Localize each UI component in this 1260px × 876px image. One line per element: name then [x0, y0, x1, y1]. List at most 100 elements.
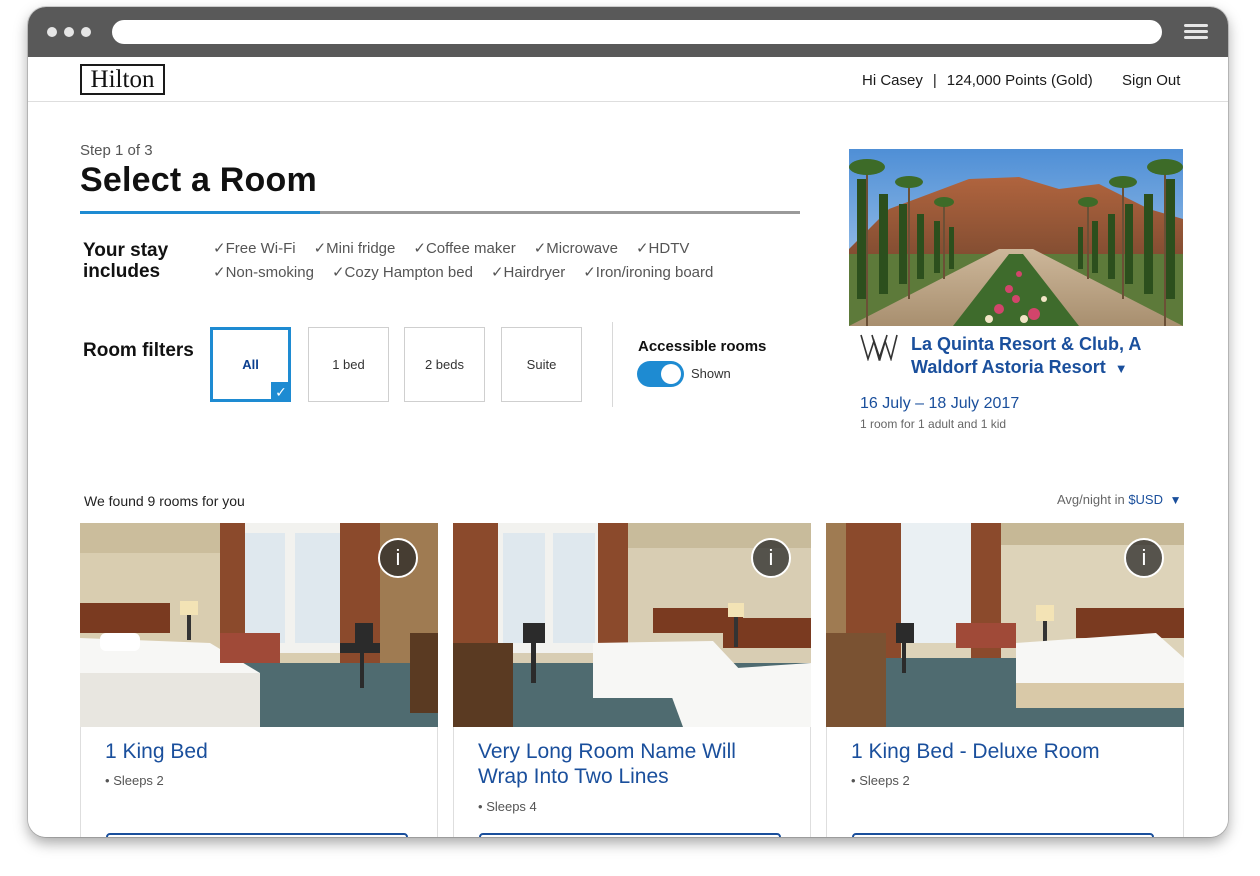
amenity-item: ✓Non-smoking: [213, 264, 314, 282]
filter-all-button[interactable]: All ✓: [210, 327, 291, 402]
room-photo: i: [453, 523, 811, 727]
hotel-photo: [849, 149, 1183, 326]
chevron-down-icon: ▼: [1114, 361, 1128, 376]
amenity-label: Non-smoking: [225, 264, 314, 281]
step-progress-fill: [80, 211, 320, 214]
filter-label: All: [242, 357, 259, 372]
room-photo: i: [826, 523, 1184, 727]
step-indicator: Step 1 of 3: [80, 142, 153, 159]
filter-label: Suite: [526, 357, 557, 372]
filter-1-bed-button[interactable]: 1 bed: [308, 327, 389, 402]
room-card: i 1 King Bed • Sleeps 2: [80, 523, 438, 837]
step-progress-bar: [80, 211, 800, 214]
checkmark-icon: ✓: [635, 240, 649, 257]
select-room-button[interactable]: [479, 833, 781, 837]
room-name[interactable]: 1 King Bed - Deluxe Room: [851, 739, 1161, 764]
greeting[interactable]: Hi Casey: [862, 72, 923, 89]
checkmark-icon: ✓: [490, 264, 504, 281]
currency-value[interactable]: $USD: [1128, 492, 1163, 507]
amenity-label: Mini fridge: [326, 240, 396, 257]
waldorf-astoria-logo-icon: [860, 333, 898, 362]
address-bar[interactable]: [112, 20, 1162, 44]
checkmark-icon: ✓: [213, 264, 226, 281]
results-count: We found 9 rooms for you: [84, 493, 245, 509]
amenity-item: ✓Iron/ironing board: [583, 264, 713, 282]
amenity-label: Hairdryer: [503, 264, 566, 281]
accessible-rooms-state: Shown: [691, 366, 731, 381]
info-icon[interactable]: i: [751, 538, 791, 578]
amenity-label: HDTV: [648, 240, 690, 257]
checkmark-icon: ✓: [533, 240, 547, 257]
accessible-rooms-toggle[interactable]: [637, 361, 684, 387]
checkmark-icon: ✓: [271, 382, 291, 402]
browser-toolbar: [28, 7, 1228, 57]
currency-selector[interactable]: Avg/night in $USD ▼: [1057, 492, 1182, 507]
filter-divider: [612, 322, 613, 407]
window-dot-icon[interactable]: [64, 27, 74, 37]
hotel-name: La Quinta Resort & Club, A Waldorf Astor…: [911, 334, 1141, 377]
points-balance[interactable]: 124,000 Points (Gold): [947, 72, 1093, 89]
window-dot-icon[interactable]: [47, 27, 57, 37]
room-capacity: • Sleeps 4: [478, 799, 537, 814]
room-card: i 1 King Bed - Deluxe Room • Sleeps 2: [826, 523, 1184, 837]
amenity-label: Cozy Hampton bed: [344, 264, 473, 281]
page-content: Hilton Hi Casey | 124,000 Points (Gold) Si…: [28, 57, 1228, 837]
amenities-list: ✓Free Wi-Fi ✓Mini fridge ✓Coffee maker ✓Mic…: [213, 240, 773, 282]
amenity-item: ✓Microwave: [534, 240, 618, 258]
info-icon[interactable]: i: [378, 538, 418, 578]
page-title: Select a Room: [80, 161, 317, 199]
checkmark-icon: ✓: [583, 264, 596, 281]
sleeps-label: Sleeps 4: [486, 799, 537, 814]
toggle-knob: [661, 364, 681, 384]
avg-night-label: Avg/night in: [1057, 492, 1129, 507]
accessible-rooms-label: Accessible rooms: [638, 338, 767, 355]
room-photo: i: [80, 523, 438, 727]
amenity-label: Iron/ironing board: [595, 264, 714, 281]
checkmark-icon: ✓: [413, 240, 426, 257]
filter-label: 2 beds: [424, 357, 465, 372]
window-controls: [47, 27, 91, 37]
browser-menu-icon[interactable]: [1184, 24, 1208, 40]
hilton-logo[interactable]: Hilton: [80, 64, 165, 95]
bullet-icon: •: [105, 773, 110, 788]
amenity-item: ✓Hairdryer: [491, 264, 565, 282]
stay-dates[interactable]: 16 July – 18 July 2017: [860, 395, 1019, 413]
amenity-item: ✓Mini fridge: [314, 240, 396, 258]
filter-label: 1 bed: [332, 357, 365, 372]
guest-summary: 1 room for 1 adult and 1 kid: [860, 417, 1007, 431]
amenity-item: ✓HDTV: [636, 240, 689, 258]
sign-out-link[interactable]: Sign Out: [1122, 72, 1180, 89]
amenity-label: Free Wi-Fi: [225, 240, 296, 257]
bullet-icon: •: [478, 799, 483, 814]
hotel-selector[interactable]: La Quinta Resort & Club, A Waldorf Astor…: [911, 333, 1181, 380]
filter-suite-button[interactable]: Suite: [501, 327, 582, 402]
checkmark-icon: ✓: [213, 240, 226, 257]
account-summary: Hi Casey | 124,000 Points (Gold): [862, 72, 1093, 89]
top-nav: Hilton Hi Casey | 124,000 Points (Gold) Si…: [28, 57, 1228, 102]
amenity-item: ✓Free Wi-Fi: [213, 240, 296, 258]
select-room-button[interactable]: [852, 833, 1154, 837]
sleeps-label: Sleeps 2: [113, 773, 164, 788]
room-card: i Very Long Room Name Will Wrap Into Two…: [453, 523, 811, 837]
amenity-item: ✓Cozy Hampton bed: [332, 264, 473, 282]
room-capacity: • Sleeps 2: [105, 773, 164, 788]
checkmark-icon: ✓: [331, 264, 345, 281]
bullet-icon: •: [851, 773, 856, 788]
amenity-label: Microwave: [546, 240, 618, 257]
amenity-item: ✓Coffee maker: [413, 240, 515, 258]
filter-2-beds-button[interactable]: 2 beds: [404, 327, 485, 402]
room-name[interactable]: Very Long Room Name Will Wrap Into Two L…: [478, 739, 788, 789]
amenity-label: Coffee maker: [425, 240, 516, 257]
info-icon[interactable]: i: [1124, 538, 1164, 578]
sleeps-label: Sleeps 2: [859, 773, 910, 788]
room-capacity: • Sleeps 2: [851, 773, 910, 788]
checkmark-icon: ✓: [313, 240, 327, 257]
select-room-button[interactable]: [106, 833, 408, 837]
nav-separator: |: [932, 72, 937, 89]
window-dot-icon[interactable]: [81, 27, 91, 37]
browser-window: Hilton Hi Casey | 124,000 Points (Gold) Si…: [28, 7, 1228, 837]
chevron-down-icon[interactable]: ▼: [1170, 493, 1182, 507]
room-name[interactable]: 1 King Bed: [105, 739, 415, 764]
stay-includes-label: Your stay includes: [83, 240, 169, 282]
room-filters-label: Room filters: [83, 340, 194, 361]
